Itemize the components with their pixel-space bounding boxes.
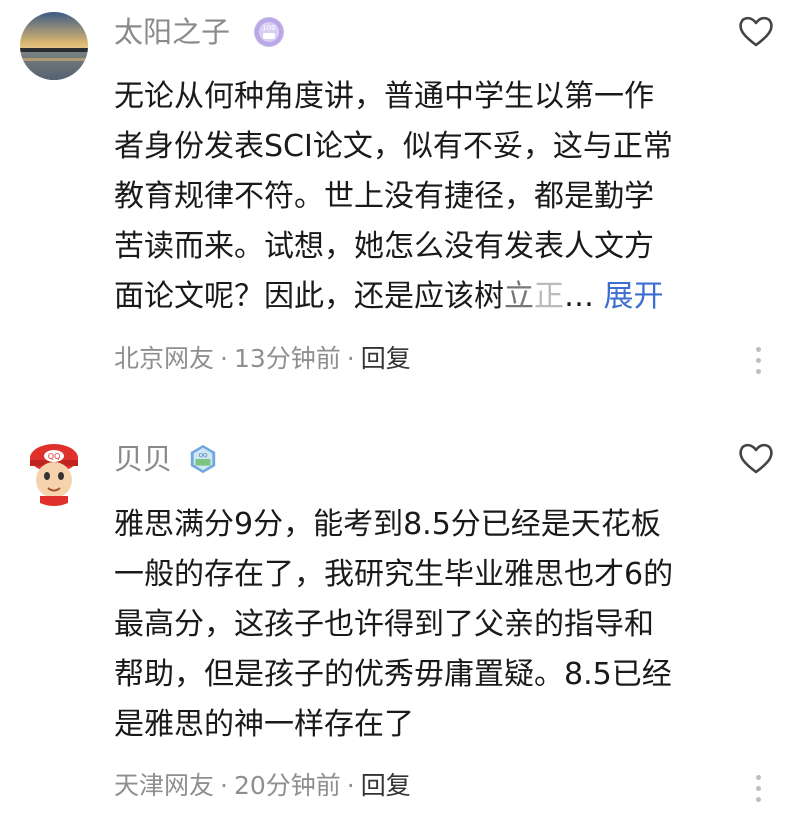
faded-text: 立 (504, 279, 534, 314)
like-heart-icon[interactable] (736, 12, 776, 52)
badge-text: QQ (199, 453, 208, 459)
ellipsis: … (564, 279, 594, 314)
timestamp: 20分钟前 (233, 771, 341, 800)
cartoon-boy-avatar-icon: QQ (20, 438, 88, 506)
faded-text: 正 (534, 279, 564, 314)
comment-text: 雅思满分9分，能考到8.5分已经是天花板 一般的存在了，我研究生毕业雅思也才6的… (114, 500, 738, 750)
verified-badge-icon: QQ (188, 444, 218, 474)
comment-meta: 天津网友 · 20分钟前 · 回复 (114, 768, 411, 804)
location: 天津网友 (114, 771, 215, 800)
separator-dot: · (220, 771, 228, 800)
timestamp: 13分钟前 (233, 344, 341, 373)
avatar[interactable]: QQ (20, 438, 88, 506)
comment-line: 者身份发表SCI论文，似有不妥，这与正常 (114, 129, 673, 164)
username[interactable]: 太阳之子 (114, 12, 230, 52)
expand-button[interactable]: 展开 (604, 279, 664, 314)
comment-line: 教育规律不符。世上没有捷径，都是勤学 (114, 179, 654, 214)
separator-dot: · (220, 344, 228, 373)
comment-line: 最高分，这孩子也许得到了父亲的指导和 (114, 607, 654, 642)
comment-line: 帮助，但是孩子的优秀毋庸置疑。8.5已经 (114, 657, 672, 692)
comment-text: 无论从何种角度讲，普通中学生以第一作 者身份发表SCI论文，似有不妥，这与正常 … (114, 72, 738, 322)
comment-line: 一般的存在了，我研究生毕业雅思也才6的 (114, 557, 674, 592)
sunset-lake-avatar-icon (20, 12, 88, 80)
reply-button[interactable]: 回复 (361, 771, 411, 800)
more-options-icon[interactable] (750, 770, 766, 806)
svg-text:QQ: QQ (48, 452, 61, 461)
like-heart-icon[interactable] (736, 439, 776, 479)
comment-line: 苦读而来。试想，她怎么没有发表人文方 (114, 229, 654, 264)
avatar[interactable] (20, 12, 88, 80)
username[interactable]: 贝贝 (114, 439, 172, 479)
comment-meta: 北京网友 · 13分钟前 · 回复 (114, 341, 411, 377)
location: 北京网友 (114, 344, 215, 373)
more-options-icon[interactable] (750, 342, 766, 378)
comment-line: 无论从何种角度讲，普通中学生以第一作 (114, 79, 654, 114)
level-badge-icon: 100 (254, 17, 284, 47)
separator-dot: · (346, 771, 355, 800)
comment-line-truncated: 面论文呢？因此，还是应该树立正… 展开 (114, 272, 738, 322)
separator-dot: · (346, 344, 355, 373)
badge-text: 100 (262, 24, 275, 32)
comment-line: 是雅思的神一样存在了 (114, 707, 414, 742)
comment-line-text: 面论文呢？因此，还是应该树 (114, 279, 504, 314)
comment-line: 雅思满分9分，能考到8.5分已经是天花板 (114, 507, 661, 542)
reply-button[interactable]: 回复 (361, 344, 411, 373)
